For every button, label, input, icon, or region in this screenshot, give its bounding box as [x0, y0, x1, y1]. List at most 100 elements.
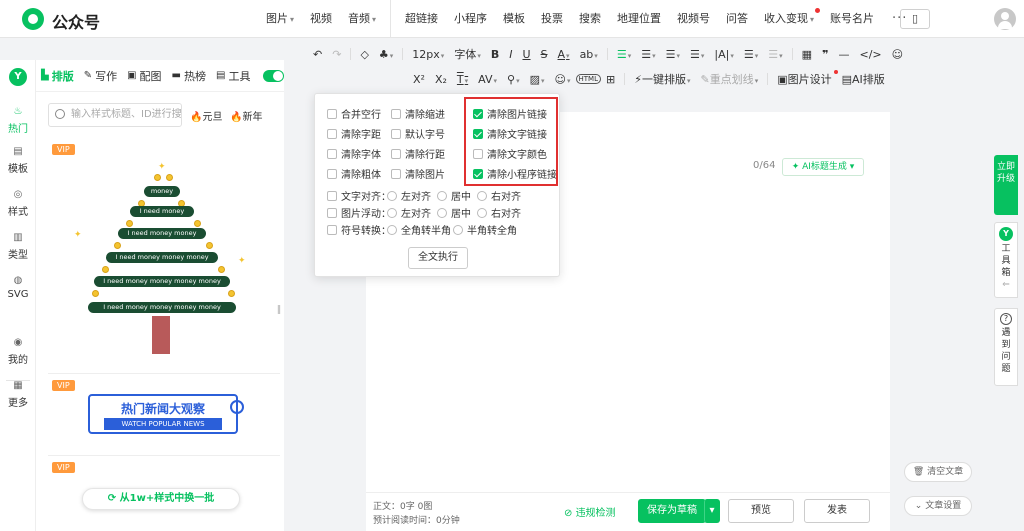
one-click-layout-button[interactable]: ⚡一键排版 [629, 71, 695, 87]
italic-button[interactable]: I [504, 48, 517, 61]
font-color-button[interactable]: A [553, 48, 575, 61]
compliance-check-button[interactable]: ⊘ 违规检测 [564, 504, 616, 519]
font-size-select[interactable]: 12px [407, 48, 449, 61]
line-height-icon[interactable]: ☰ [685, 48, 709, 61]
rail-item-style[interactable]: ◎ 样式 [0, 189, 36, 218]
option-clear-indent[interactable]: 清除缩进 [391, 106, 445, 121]
radio[interactable] [387, 190, 397, 201]
nav-template[interactable]: 模板 [495, 0, 533, 38]
nav-audio[interactable]: 音频 [340, 0, 384, 38]
style-search-input[interactable]: 输入样式标题、ID进行搜索 [48, 103, 182, 127]
tab-layout[interactable]: ▙ 排版 [36, 68, 79, 84]
checkbox[interactable] [391, 128, 401, 139]
radio[interactable] [387, 224, 397, 235]
nav-qa[interactable]: 问答 [718, 0, 756, 38]
option-clear-line-height[interactable]: 清除行距 [391, 146, 445, 161]
horizontal-rule-icon[interactable]: — [833, 48, 854, 61]
phone-preview-icon[interactable]: ▯ [900, 9, 930, 29]
checkbox[interactable] [327, 207, 337, 218]
style-card[interactable]: VIP 热门新闻大观察 WATCH POPULAR NEWS [48, 376, 280, 456]
publish-button[interactable]: 发表 [804, 499, 870, 523]
option-clear-font[interactable]: 清除字体 [327, 146, 381, 161]
checkbox[interactable] [327, 224, 337, 235]
magic-wand-icon[interactable]: ⚲ [502, 73, 525, 86]
panel-resize-handle[interactable]: ‖ [275, 305, 283, 323]
tab-images[interactable]: ▣ 配图 [122, 68, 166, 84]
nav-hyperlink[interactable]: 超链接 [390, 0, 446, 38]
nav-video[interactable]: 视频 [302, 0, 340, 38]
preview-button[interactable]: 预览 [728, 499, 794, 523]
radio-full-to-half[interactable]: 全角转半角 [387, 222, 451, 237]
radio[interactable] [387, 207, 397, 218]
radio[interactable] [437, 207, 447, 218]
shuffle-styles-button[interactable]: ⟳ 从1w+样式中换一批 [82, 488, 240, 510]
nav-account-card[interactable]: 账号名片 [822, 0, 882, 38]
font-family-select[interactable]: 字体 [449, 46, 486, 62]
save-options-dropdown[interactable]: ▾ [704, 499, 720, 523]
checkbox[interactable] [327, 148, 337, 159]
avatar[interactable] [994, 8, 1016, 30]
checkbox[interactable] [327, 128, 337, 139]
nav-channels[interactable]: 视频号 [669, 0, 718, 38]
toolbox-icon[interactable]: ⊞ [601, 73, 620, 86]
redo-icon[interactable]: ↷ [327, 48, 346, 61]
radio-center[interactable]: 居中 [437, 188, 471, 203]
image-design-button[interactable]: ▣图片设计 [772, 70, 838, 87]
rail-item-type[interactable]: ▥ 类型 [0, 232, 36, 261]
upgrade-now-button[interactable]: 立即升级 [994, 155, 1018, 215]
nav-mini-program[interactable]: 小程序 [446, 0, 495, 38]
radio-center[interactable]: 居中 [437, 205, 471, 220]
clear-article-button[interactable]: 🗑 清空文章 [904, 462, 972, 482]
letter-spacing-icon[interactable]: ☰ [739, 48, 763, 61]
html-icon[interactable]: HTML [575, 74, 601, 84]
option-default-font-size[interactable]: 默认字号 [391, 126, 445, 141]
subscript-button[interactable]: X₂ [430, 73, 452, 86]
paragraph-format-icon[interactable]: T [452, 73, 473, 86]
checkbox[interactable] [391, 108, 401, 119]
checkbox[interactable] [391, 148, 401, 159]
ai-layout-button[interactable]: ▤AI排版 [837, 71, 890, 87]
nav-search[interactable]: 搜索 [571, 0, 609, 38]
radio[interactable] [477, 207, 487, 218]
radio-right[interactable]: 右对齐 [477, 205, 521, 220]
underline-button[interactable]: U [517, 48, 535, 61]
format-eraser-icon[interactable]: ◇ [355, 48, 373, 61]
article-settings-button[interactable]: ⌄ 文章设置 [904, 496, 972, 516]
radio-left[interactable]: 左对齐 [387, 205, 431, 220]
radio[interactable] [437, 190, 447, 201]
radio[interactable] [453, 224, 463, 235]
panel-toggle[interactable] [263, 69, 284, 82]
bold-button[interactable]: B [486, 48, 504, 61]
key-line-button[interactable]: ✎重点划线 [695, 71, 763, 87]
help-button[interactable]: ? 遇到问题 [994, 308, 1018, 386]
ai-title-button[interactable]: ✦ AI标题生成 ▾ [782, 158, 864, 176]
nav-vote[interactable]: 投票 [533, 0, 571, 38]
checkbox[interactable] [327, 168, 337, 179]
character-spacing-icon[interactable]: AV [473, 73, 502, 86]
tab-trending[interactable]: ▬ 热榜 [167, 68, 211, 84]
rail-item-more[interactable]: ▦ 更多 [0, 380, 36, 409]
hot-keyword-2[interactable]: 🔥新年 [230, 108, 262, 123]
style-card[interactable]: VIP ✦ money I need money I need money mo… [48, 140, 280, 374]
option-merge-blank-lines[interactable]: 合并空行 [327, 106, 381, 121]
align-right-icon[interactable]: ☰ [661, 48, 685, 61]
code-icon[interactable]: </> [854, 48, 886, 61]
radio-half-to-full[interactable]: 半角转全角 [453, 222, 517, 237]
undo-icon[interactable]: ↶ [308, 48, 327, 61]
rail-item-hot[interactable]: ♨ 热门 [0, 106, 36, 135]
option-clear-letter-spacing[interactable]: 清除字距 [327, 126, 381, 141]
align-center-icon[interactable]: ☰ [636, 48, 660, 61]
toolbox-button[interactable]: Y 工具箱 ⇐ [994, 222, 1018, 298]
checkbox[interactable] [391, 168, 401, 179]
option-clear-bold[interactable]: 清除粗体 [327, 166, 381, 181]
strikethrough-button[interactable]: S [536, 48, 553, 61]
checkbox[interactable] [327, 190, 337, 201]
radio-left[interactable]: 左对齐 [387, 188, 431, 203]
table-icon[interactable]: ▦ [797, 48, 817, 61]
nav-image[interactable]: 图片 [258, 0, 302, 38]
nav-monetize[interactable]: 收入变现 [756, 0, 822, 38]
emoji-icon[interactable]: ☺ [550, 73, 576, 86]
style-card[interactable]: VIP ⟳ 从1w+样式中换一批 [48, 458, 280, 531]
save-draft-button[interactable]: 保存为草稿 [638, 499, 706, 523]
radio[interactable] [477, 190, 487, 201]
